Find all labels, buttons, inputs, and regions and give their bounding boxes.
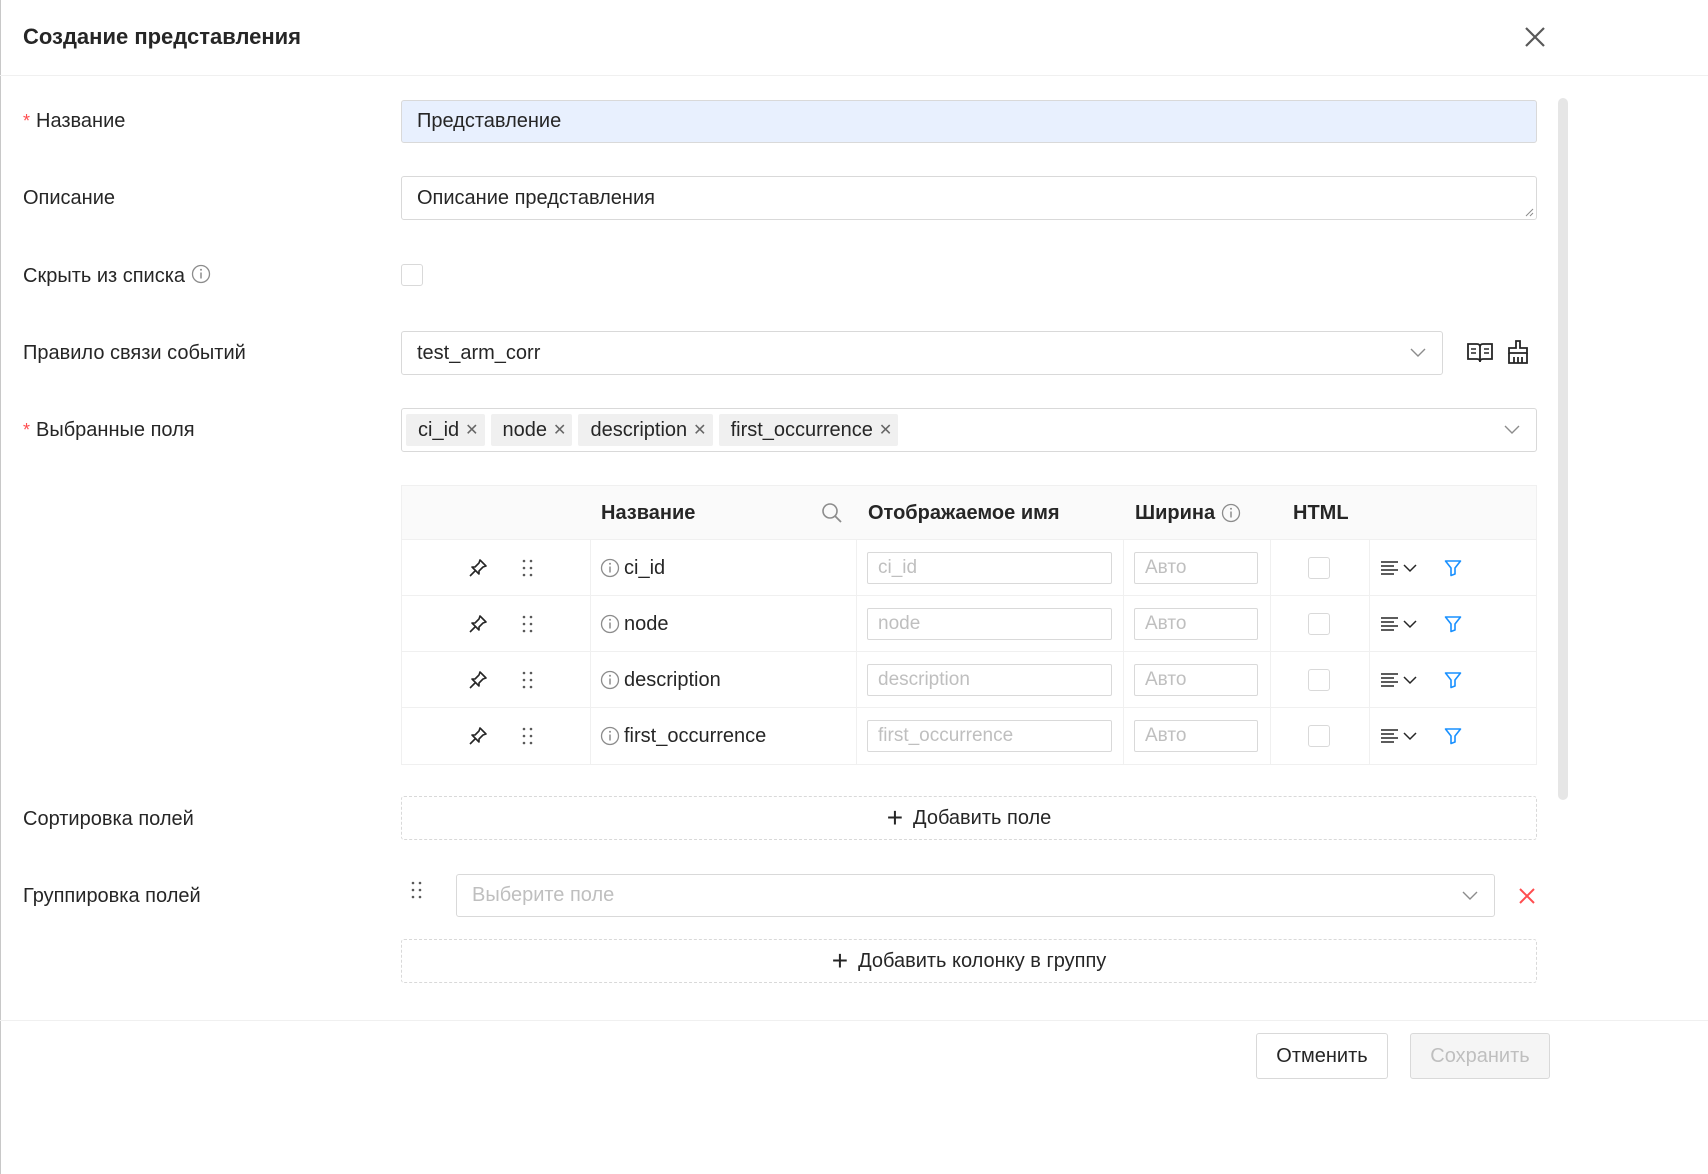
table-row: node node Авто: [402, 596, 1536, 652]
book-icon[interactable]: [1466, 341, 1494, 365]
width-input[interactable]: Авто: [1134, 552, 1258, 584]
scrollbar[interactable]: [1558, 98, 1568, 800]
add-sort-field-button[interactable]: + Добавить поле: [401, 796, 1537, 840]
dialog-left-edge: [0, 0, 1, 1174]
drag-handle-icon[interactable]: [520, 708, 536, 764]
chevron-down-icon: [1410, 348, 1426, 357]
field-name-cell: first_occurrence: [600, 708, 766, 764]
filter-icon[interactable]: [1444, 540, 1462, 596]
hide-from-list-checkbox[interactable]: [401, 264, 423, 286]
add-group-column-button[interactable]: + Добавить колонку в группу: [401, 939, 1537, 983]
column-header-display-name: Отображаемое имя: [868, 501, 1060, 524]
field-name-cell: description: [600, 652, 721, 708]
table-row: ci_id ci_id Авто: [402, 540, 1536, 596]
dialog-header: Создание представления: [0, 0, 1708, 76]
tag-close-icon[interactable]: ✕: [553, 420, 566, 440]
width-input[interactable]: Авто: [1134, 664, 1258, 696]
html-checkbox[interactable]: [1308, 725, 1330, 747]
table-header: Название Отображаемое имя Ширина HTML: [402, 486, 1536, 540]
html-checkbox[interactable]: [1308, 557, 1330, 579]
filter-icon[interactable]: [1444, 652, 1462, 708]
plus-icon: +: [831, 945, 849, 976]
pin-icon[interactable]: [468, 540, 488, 596]
tag-close-icon[interactable]: ✕: [465, 420, 478, 440]
display-name-input[interactable]: ci_id: [867, 552, 1112, 584]
delete-icon[interactable]: [1518, 887, 1536, 905]
drag-handle-icon[interactable]: [520, 540, 536, 596]
info-icon[interactable]: [600, 670, 620, 690]
sort-fields-label: Сортировка полей: [23, 808, 194, 830]
tag-close-icon[interactable]: ✕: [693, 420, 706, 440]
info-icon[interactable]: [191, 264, 211, 284]
display-name-input[interactable]: description: [867, 664, 1112, 696]
filter-icon[interactable]: [1444, 708, 1462, 764]
html-checkbox[interactable]: [1308, 669, 1330, 691]
tag-close-icon[interactable]: ✕: [879, 420, 892, 440]
align-dropdown-icon[interactable]: [1380, 596, 1420, 652]
field-tag: description ✕: [578, 414, 713, 446]
field-tag: first_occurrence ✕: [718, 414, 899, 446]
name-input[interactable]: Представление: [401, 100, 1537, 143]
correlation-rule-label: Правило связи событий: [23, 342, 246, 364]
resize-handle-icon[interactable]: [1524, 207, 1534, 217]
display-name-input[interactable]: first_occurrence: [867, 720, 1112, 752]
field-name: description: [624, 668, 721, 691]
width-input[interactable]: Авто: [1134, 608, 1258, 640]
description-textarea[interactable]: Описание представления: [401, 176, 1537, 220]
selected-fields-label: * Выбранные поля: [23, 419, 195, 441]
column-header-name: Название: [601, 501, 696, 524]
drag-handle-icon[interactable]: [520, 596, 536, 652]
name-label: * Название: [23, 110, 126, 132]
clear-brush-icon[interactable]: [1505, 339, 1531, 365]
dialog-title: Создание представления: [23, 24, 302, 49]
required-marker: *: [23, 420, 31, 440]
correlation-rule-select[interactable]: test_arm_corr: [401, 331, 1443, 375]
align-dropdown-icon[interactable]: [1380, 652, 1420, 708]
align-dropdown-icon[interactable]: [1380, 708, 1420, 764]
plus-icon: +: [886, 802, 904, 833]
search-icon[interactable]: [821, 502, 843, 524]
selected-fields-select[interactable]: ci_id ✕ node ✕ description ✕ first_occurren…: [401, 408, 1537, 452]
width-input[interactable]: Авто: [1134, 720, 1258, 752]
field-tag: ci_id ✕: [406, 414, 485, 446]
group-field-select[interactable]: Выберите поле: [456, 874, 1495, 917]
group-fields-label: Группировка полей: [23, 885, 201, 907]
chevron-down-icon: [1462, 891, 1478, 900]
table-row: first_occurrence first_occurrence Авто: [402, 708, 1536, 764]
pin-icon[interactable]: [468, 708, 488, 764]
column-header-width: Ширина: [1135, 486, 1241, 540]
info-icon[interactable]: [1221, 503, 1241, 523]
field-tag: node ✕: [490, 414, 573, 446]
table-row: description description Авто: [402, 652, 1536, 708]
fields-table: Название Отображаемое имя Ширина HTML ci…: [401, 485, 1537, 765]
create-view-dialog: Создание представления * Название Предста…: [0, 0, 1708, 1174]
required-marker: *: [23, 111, 31, 131]
field-name: node: [624, 612, 669, 635]
close-icon[interactable]: [1520, 22, 1550, 52]
info-icon[interactable]: [600, 558, 620, 578]
display-name-input[interactable]: node: [867, 608, 1112, 640]
column-header-html: HTML: [1293, 501, 1349, 524]
cancel-button[interactable]: Отменить: [1256, 1033, 1388, 1079]
field-name: ci_id: [624, 556, 666, 579]
field-name-cell: node: [600, 596, 669, 652]
pin-icon[interactable]: [468, 596, 488, 652]
filter-icon[interactable]: [1444, 596, 1462, 652]
align-dropdown-icon[interactable]: [1380, 540, 1420, 596]
chevron-down-icon: [1504, 425, 1520, 434]
field-name: first_occurrence: [624, 724, 767, 747]
hide-from-list-label: Скрыть из списка: [23, 264, 211, 288]
description-label: Описание: [23, 187, 116, 209]
html-checkbox[interactable]: [1308, 613, 1330, 635]
info-icon[interactable]: [600, 726, 620, 746]
drag-handle-icon[interactable]: [409, 880, 425, 900]
field-name-cell: ci_id: [600, 540, 665, 596]
info-icon[interactable]: [600, 614, 620, 634]
dialog-footer: Отменить Сохранить: [0, 1020, 1708, 1174]
pin-icon[interactable]: [468, 652, 488, 708]
drag-handle-icon[interactable]: [520, 652, 536, 708]
save-button[interactable]: Сохранить: [1410, 1033, 1550, 1079]
